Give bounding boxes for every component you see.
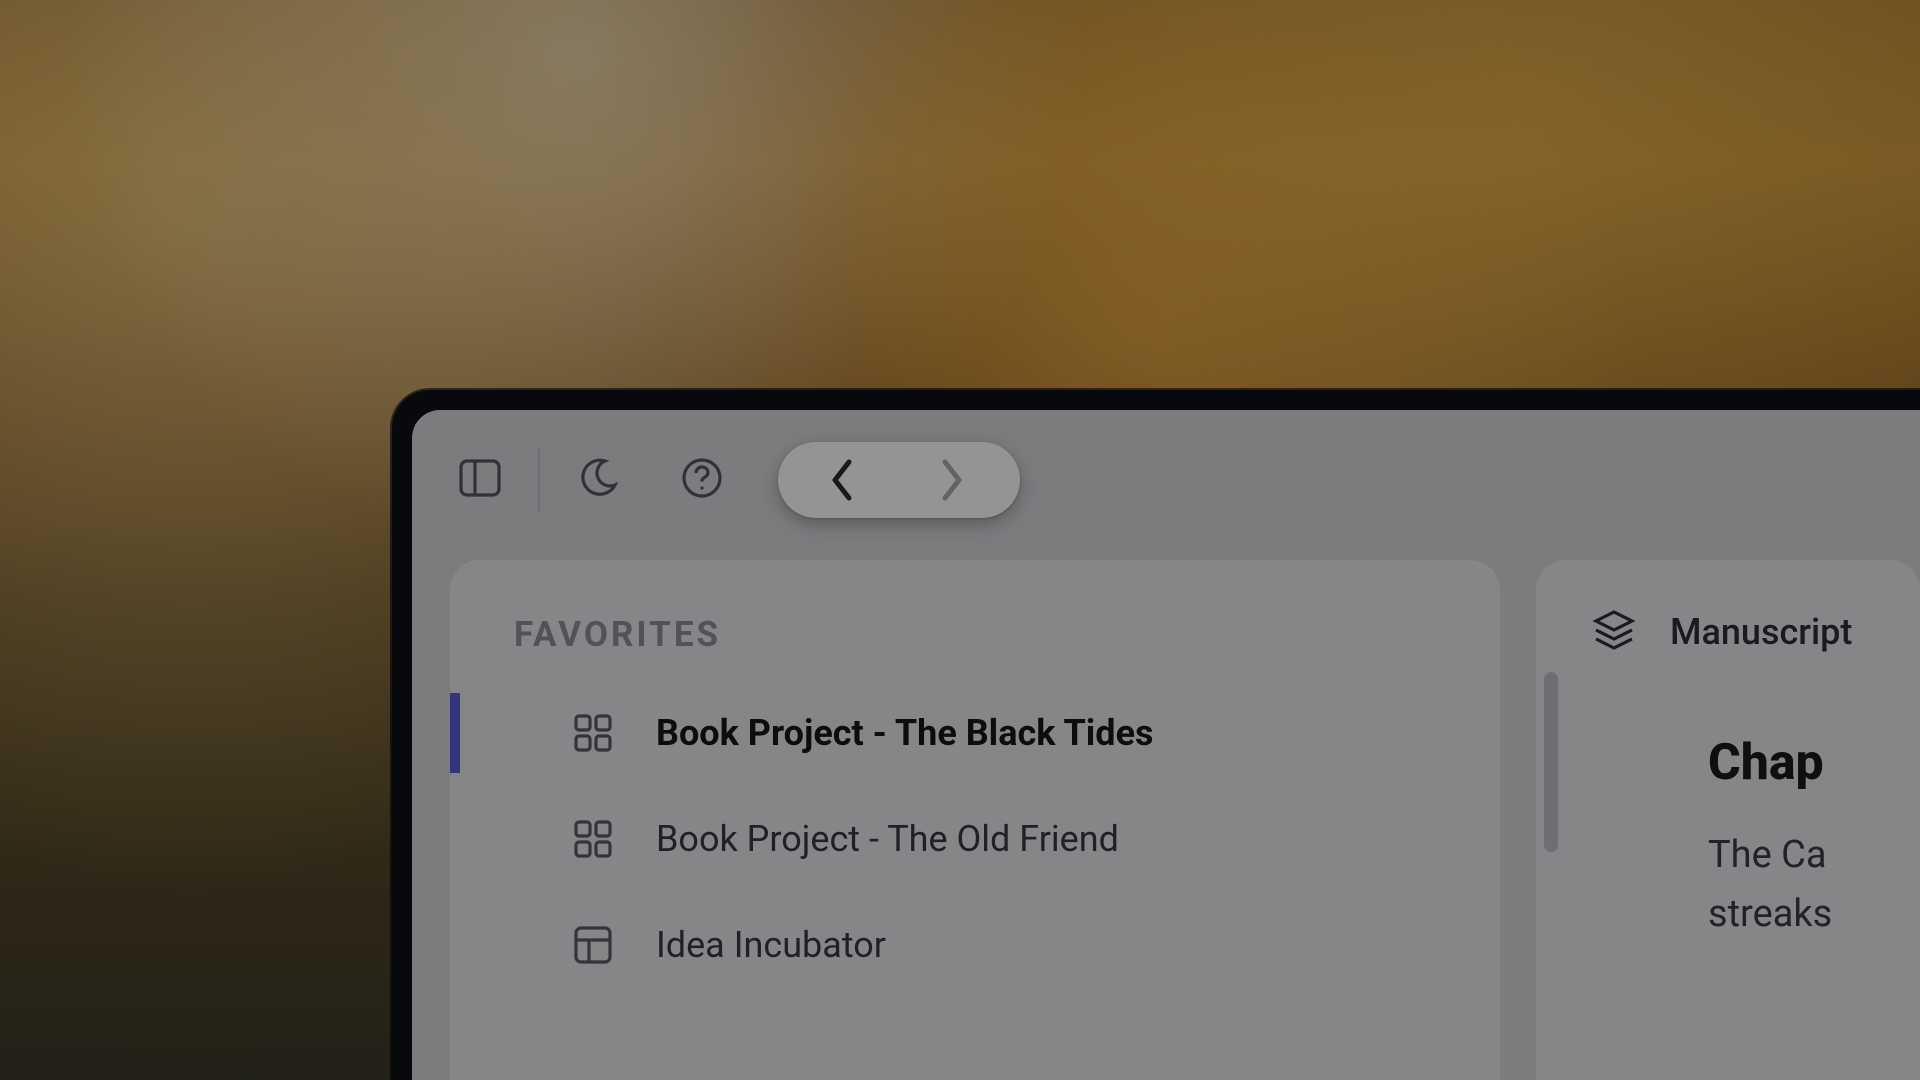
app-frame: FAVORITES Book Project - The Black Tides (412, 410, 1920, 1080)
sidebar-panel: FAVORITES Book Project - The Black Tides (450, 560, 1500, 1080)
sidebar-item-book-old-friend[interactable]: Book Project - The Old Friend (490, 807, 1460, 871)
dark-mode-button[interactable] (570, 452, 626, 508)
sidebar-item-label: Book Project - The Old Friend (656, 818, 1119, 860)
body-text-line: The Ca (1708, 826, 1920, 885)
toolbar-divider (538, 448, 540, 512)
favorites-heading: FAVORITES (514, 614, 1460, 655)
layers-icon (1592, 608, 1636, 656)
forward-button[interactable] (932, 460, 972, 500)
help-button[interactable] (674, 452, 730, 508)
chapter-title: Chap (1708, 734, 1920, 792)
sidebar-item-book-black-tides[interactable]: Book Project - The Black Tides (490, 701, 1460, 765)
main-header: Manuscript (1592, 608, 1920, 656)
dashboard-icon (570, 710, 616, 756)
back-button[interactable] (822, 460, 862, 500)
table-icon (570, 922, 616, 968)
toolbar (412, 410, 1920, 550)
sidebar-toggle-button[interactable] (452, 452, 508, 508)
help-icon (681, 457, 723, 503)
sidebar-item-idea-incubator[interactable]: Idea Incubator (490, 913, 1460, 977)
chevron-right-icon (937, 458, 967, 502)
sidebar-item-label: Book Project - The Black Tides (656, 712, 1154, 754)
dashboard-icon (570, 816, 616, 862)
body-text-line: streaks (1708, 885, 1920, 944)
navigation-buttons (778, 442, 1020, 518)
sidebar-item-label: Idea Incubator (656, 924, 886, 966)
main-panel: Manuscript Chap The Ca streaks (1536, 560, 1920, 1080)
moon-icon (577, 457, 619, 503)
sidebar-icon (458, 458, 502, 502)
chevron-left-icon (827, 458, 857, 502)
main-header-title: Manuscript (1670, 611, 1852, 653)
app-window: FAVORITES Book Project - The Black Tides (392, 390, 1920, 1080)
content-panels: FAVORITES Book Project - The Black Tides (450, 560, 1920, 1080)
scrollbar[interactable] (1544, 672, 1558, 852)
favorites-list: Book Project - The Black Tides Book Proj… (490, 701, 1460, 977)
